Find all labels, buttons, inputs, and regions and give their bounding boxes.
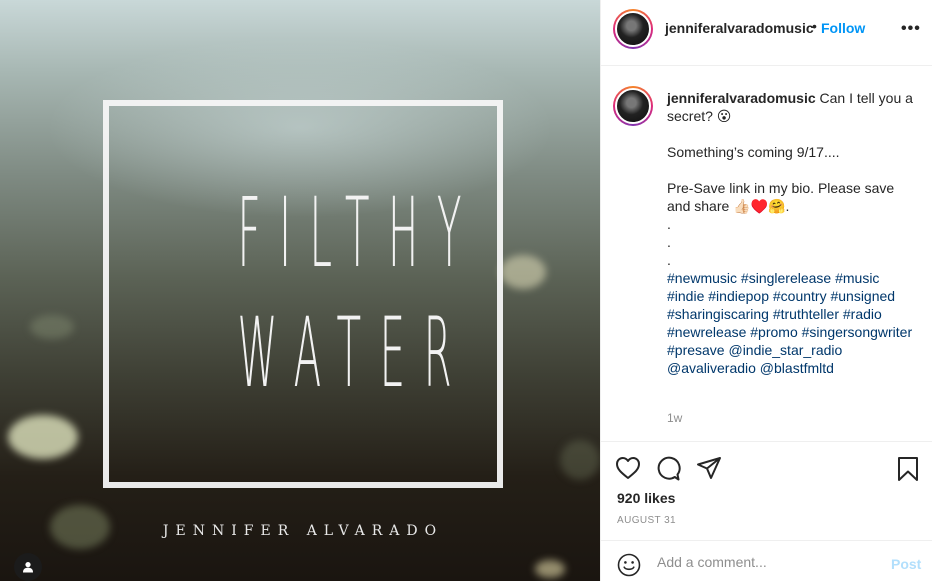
caption-line2: Something’s coming 9/17.... bbox=[667, 144, 840, 160]
user-icon bbox=[23, 562, 33, 573]
post-sidebar: jenniferalvaradomusic • Follow ••• jenni… bbox=[600, 0, 932, 581]
follow-button[interactable]: Follow bbox=[821, 20, 865, 36]
bokeh-light bbox=[50, 505, 110, 549]
album-artist: JENNIFER ALVARADO bbox=[162, 523, 444, 539]
caption-text: jenniferalvaradomusic Can I tell you a s… bbox=[667, 89, 917, 377]
bokeh-light bbox=[30, 315, 74, 339]
post-date: AUGUST 31 bbox=[617, 515, 676, 526]
post-media: FILTHY WATER JENNIFER ALVARADO bbox=[0, 0, 600, 581]
separator-dot: • bbox=[812, 18, 817, 34]
caption-dot: . bbox=[667, 216, 671, 232]
caption-dot: . bbox=[667, 252, 671, 268]
comment-icon[interactable] bbox=[655, 456, 681, 482]
bokeh-light bbox=[8, 415, 78, 459]
caption-time-ago: 1w bbox=[667, 411, 683, 425]
post-comment-button[interactable]: Post bbox=[891, 556, 921, 572]
bookmark-icon[interactable] bbox=[897, 456, 919, 482]
bokeh-light bbox=[500, 255, 546, 289]
comment-input[interactable] bbox=[657, 551, 877, 573]
smiley-icon[interactable] bbox=[617, 553, 641, 577]
caption-username[interactable]: jenniferalvaradomusic bbox=[667, 90, 816, 106]
caption-line3: Pre-Save link in my bio. Please save and… bbox=[667, 180, 895, 214]
more-options-icon[interactable]: ••• bbox=[901, 20, 921, 38]
header-username[interactable]: jenniferalvaradomusic bbox=[665, 20, 814, 36]
avatar[interactable] bbox=[613, 9, 653, 49]
share-icon[interactable] bbox=[696, 456, 722, 480]
caption-hashtags[interactable]: #newmusic #singlerelease #music #indie #… bbox=[667, 269, 917, 377]
caption-avatar[interactable] bbox=[613, 86, 653, 126]
tagged-users-button[interactable] bbox=[14, 553, 42, 581]
album-title-line2: WATER bbox=[237, 297, 471, 409]
likes-count[interactable]: 920 likes bbox=[617, 490, 675, 506]
caption-dot: . bbox=[667, 234, 671, 250]
bokeh-light bbox=[535, 560, 565, 578]
caption-section: jenniferalvaradomusic Can I tell you a s… bbox=[601, 67, 932, 441]
post-header: jenniferalvaradomusic • Follow ••• bbox=[601, 0, 932, 66]
comment-form: Post bbox=[601, 540, 932, 581]
heart-icon[interactable] bbox=[615, 456, 641, 480]
album-frame bbox=[103, 100, 503, 488]
album-title-line1: FILTHY bbox=[237, 177, 480, 289]
post-actions: 920 likes AUGUST 31 bbox=[601, 441, 932, 535]
bokeh-light bbox=[560, 440, 600, 480]
